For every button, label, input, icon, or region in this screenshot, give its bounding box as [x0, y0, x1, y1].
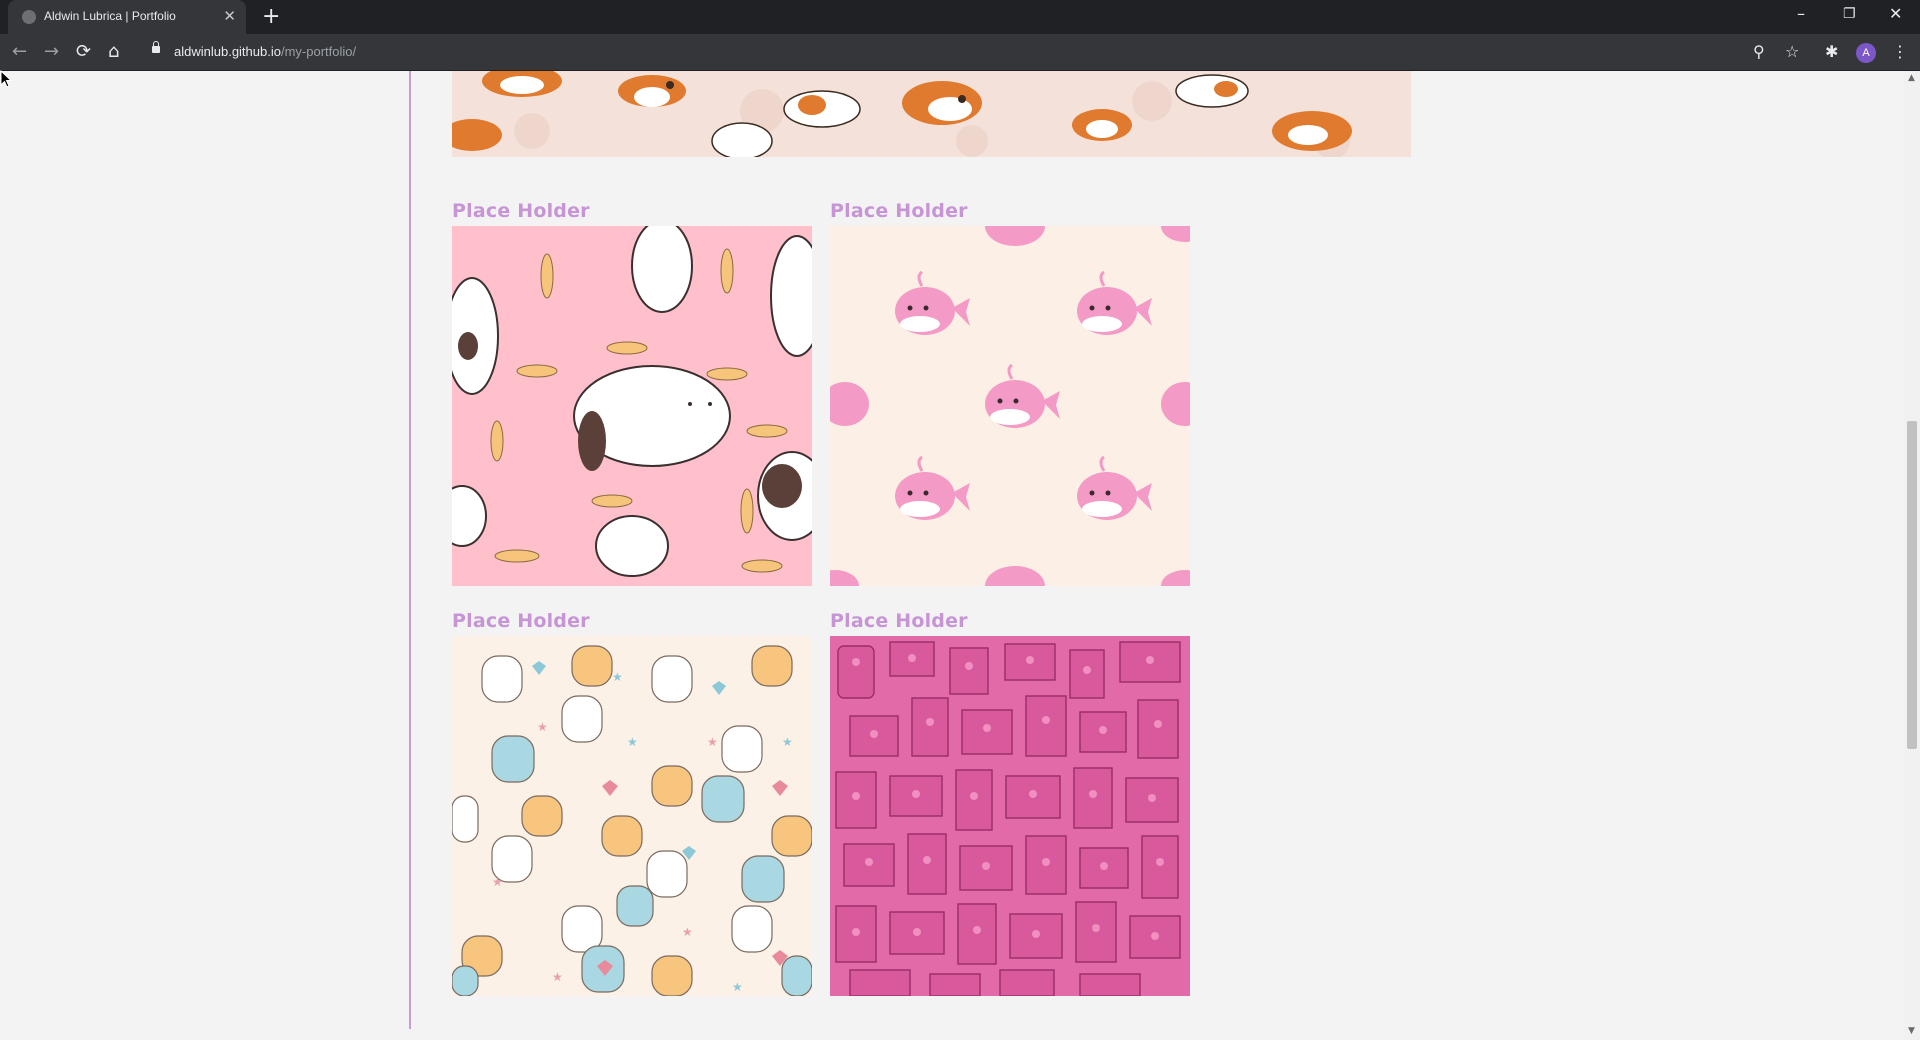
- corgi-pattern-image: [452, 71, 1411, 157]
- svg-text:★: ★: [492, 875, 503, 889]
- profile-avatar[interactable]: A: [1856, 43, 1876, 63]
- gallery-caption: Place Holder: [452, 610, 590, 632]
- window-close-icon[interactable]: ✕: [1889, 4, 1902, 24]
- gallery-caption: Place Holder: [830, 610, 968, 632]
- forward-icon[interactable]: →: [44, 42, 59, 62]
- zoom-icon[interactable]: ⚲: [1753, 43, 1765, 61]
- svg-text:★: ★: [707, 735, 718, 749]
- svg-text:★: ★: [612, 670, 623, 684]
- close-tab-icon[interactable]: ✕: [223, 7, 236, 25]
- gallery-caption: Place Holder: [830, 200, 968, 222]
- extensions-icon[interactable]: ✱: [1825, 43, 1838, 61]
- kittens-pattern: ★ ★ ★ ★ ★ ★ ★ ★ ★: [452, 645, 812, 996]
- svg-text:★: ★: [552, 970, 563, 984]
- svg-text:★: ★: [537, 720, 548, 734]
- robots-pattern: [835, 641, 1181, 996]
- page-scrollbar[interactable]: ▲ ▼: [1904, 71, 1920, 1040]
- page-viewport: Place Holder Place Holder Place Holder P…: [0, 71, 1904, 1040]
- globe-icon: [22, 10, 36, 24]
- timeline-divider: [409, 71, 411, 1029]
- reload-icon[interactable]: ⟳: [76, 42, 91, 62]
- new-tab-button[interactable]: +: [262, 4, 280, 30]
- browser-toolbar: ← → ⟳ ⌂ aldwinlub.github.io/my-portfolio…: [0, 34, 1920, 71]
- tab-title: Aldwin Lubrica | Portfolio: [44, 9, 176, 23]
- robots-pattern-image[interactable]: [830, 636, 1190, 996]
- corgi-pattern: [452, 71, 1352, 157]
- tab-strip: Aldwin Lubrica | Portfolio ✕ + – ❐ ✕: [0, 0, 1920, 34]
- minimize-icon[interactable]: –: [1797, 4, 1805, 24]
- svg-text:★: ★: [682, 925, 693, 939]
- menu-icon[interactable]: ⋮: [1892, 43, 1908, 61]
- gallery-caption: Place Holder: [452, 200, 590, 222]
- mouse-cursor-icon: [0, 70, 12, 88]
- restore-icon[interactable]: ❐: [1843, 4, 1856, 24]
- url-host: aldwinlub.github.io: [174, 44, 281, 59]
- svg-text:★: ★: [782, 735, 793, 749]
- cats-fish-pattern: [452, 226, 812, 577]
- address-bar[interactable]: aldwinlub.github.io/my-portfolio/: [140, 38, 1780, 66]
- back-icon[interactable]: ←: [12, 42, 27, 62]
- cats-fish-pattern-image[interactable]: [452, 226, 812, 586]
- kittens-pattern-image[interactable]: ★ ★ ★ ★ ★ ★ ★ ★ ★: [452, 636, 812, 996]
- scroll-down-arrow-icon[interactable]: ▼: [1908, 1026, 1915, 1036]
- whales-pattern: [830, 226, 1190, 586]
- browser-tab[interactable]: Aldwin Lubrica | Portfolio ✕: [8, 0, 246, 34]
- whales-pattern-image[interactable]: [830, 226, 1190, 586]
- bookmark-star-icon[interactable]: ☆: [1785, 43, 1799, 61]
- svg-text:★: ★: [732, 980, 743, 994]
- home-icon[interactable]: ⌂: [108, 42, 119, 62]
- scrollbar-thumb[interactable]: [1907, 421, 1917, 749]
- svg-text:★: ★: [627, 735, 638, 749]
- url-text: aldwinlub.github.io/my-portfolio/: [174, 44, 356, 59]
- scroll-up-arrow-icon[interactable]: ▲: [1908, 73, 1915, 83]
- url-path: /my-portfolio/: [280, 44, 357, 59]
- lock-icon: [152, 41, 160, 53]
